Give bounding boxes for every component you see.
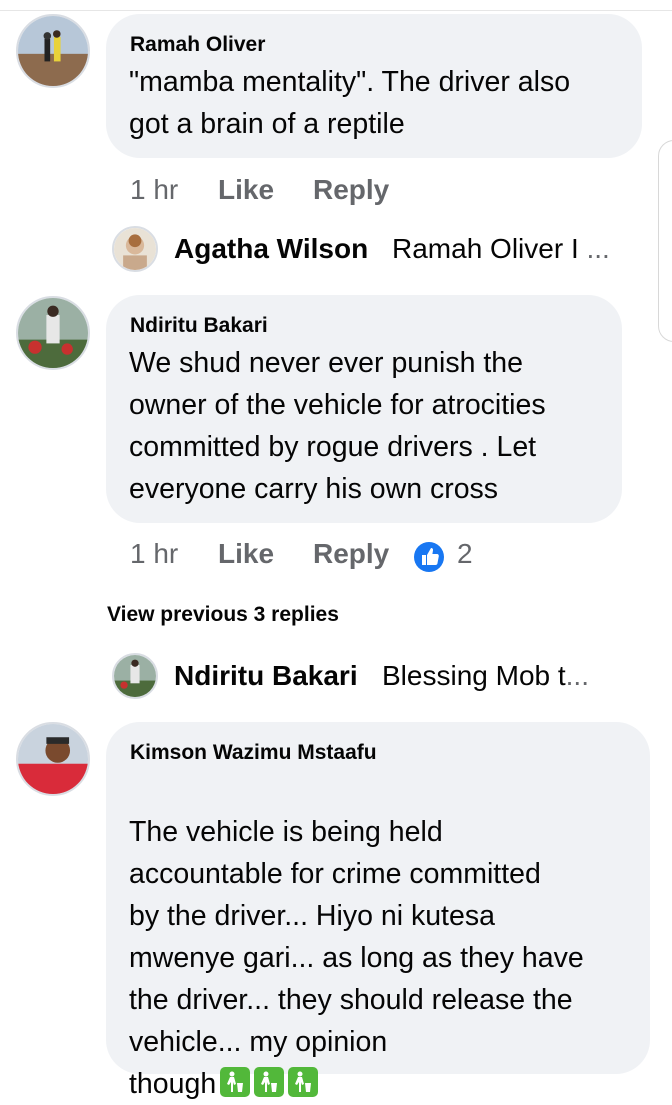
comment-author[interactable]: Ndiritu Bakari <box>130 314 268 338</box>
reply-snippet: Blessing Mob t... <box>382 660 589 692</box>
side-panel-edge <box>658 140 672 342</box>
reply-snippet-text: Blessing Mob t <box>382 660 566 691</box>
reply-button[interactable]: Reply <box>313 538 389 570</box>
comment-author[interactable]: Ramah Oliver <box>130 33 265 57</box>
reply-button[interactable]: Reply <box>313 174 389 206</box>
put-litter-in-its-place-icon <box>254 1067 285 1097</box>
reply-snippet-text: Ramah Oliver I <box>392 233 579 264</box>
avatar-ramah-oliver[interactable] <box>16 14 90 88</box>
like-button[interactable]: Like <box>218 538 274 570</box>
comment-actions: 1 hr Like Reply <box>130 174 430 210</box>
put-litter-in-its-place-icon <box>220 1067 251 1097</box>
top-divider <box>0 0 672 11</box>
comment-text: "mamba mentality". The driver also got a… <box>129 66 571 140</box>
comment-actions: 1 hr Like Reply 2 <box>130 538 490 574</box>
comment-time: 1 hr <box>130 538 179 569</box>
like-button[interactable]: Like <box>218 174 274 206</box>
reply-author[interactable]: Agatha Wilson <box>174 233 368 265</box>
avatar-agatha-wilson[interactable] <box>112 226 158 272</box>
comment-time: 1 hr <box>130 174 179 205</box>
avatar-ndiritu-bakari-reply[interactable] <box>112 653 158 699</box>
reply-author[interactable]: Ndiritu Bakari <box>174 660 358 692</box>
comment-text: We shud never ever punish the owner of t… <box>129 347 546 505</box>
avatar-ndiritu-bakari[interactable] <box>16 296 90 370</box>
reply-snippet: Ramah Oliver I ... <box>392 233 610 265</box>
reaction-count[interactable]: 2 <box>457 538 473 570</box>
avatar-kimson-wazimu-mstaafu[interactable] <box>16 722 90 796</box>
reply-preview[interactable]: Agatha Wilson Ramah Oliver I ... <box>174 233 644 269</box>
reply-ellipsis: ... <box>586 233 610 264</box>
reply-ellipsis: ... <box>565 660 589 691</box>
comment-text: The vehicle is being held accountable fo… <box>129 769 639 1105</box>
view-previous-replies[interactable]: View previous 3 replies <box>107 603 339 627</box>
put-litter-in-its-place-icon <box>288 1067 319 1097</box>
comment-author[interactable]: Kimson Wazimu Mstaafu <box>130 741 377 765</box>
comment-text-body: The vehicle is being held accountable fo… <box>129 816 584 1100</box>
like-reaction-icon[interactable] <box>414 542 444 572</box>
reply-preview[interactable]: Ndiritu Bakari Blessing Mob t... <box>174 660 644 696</box>
